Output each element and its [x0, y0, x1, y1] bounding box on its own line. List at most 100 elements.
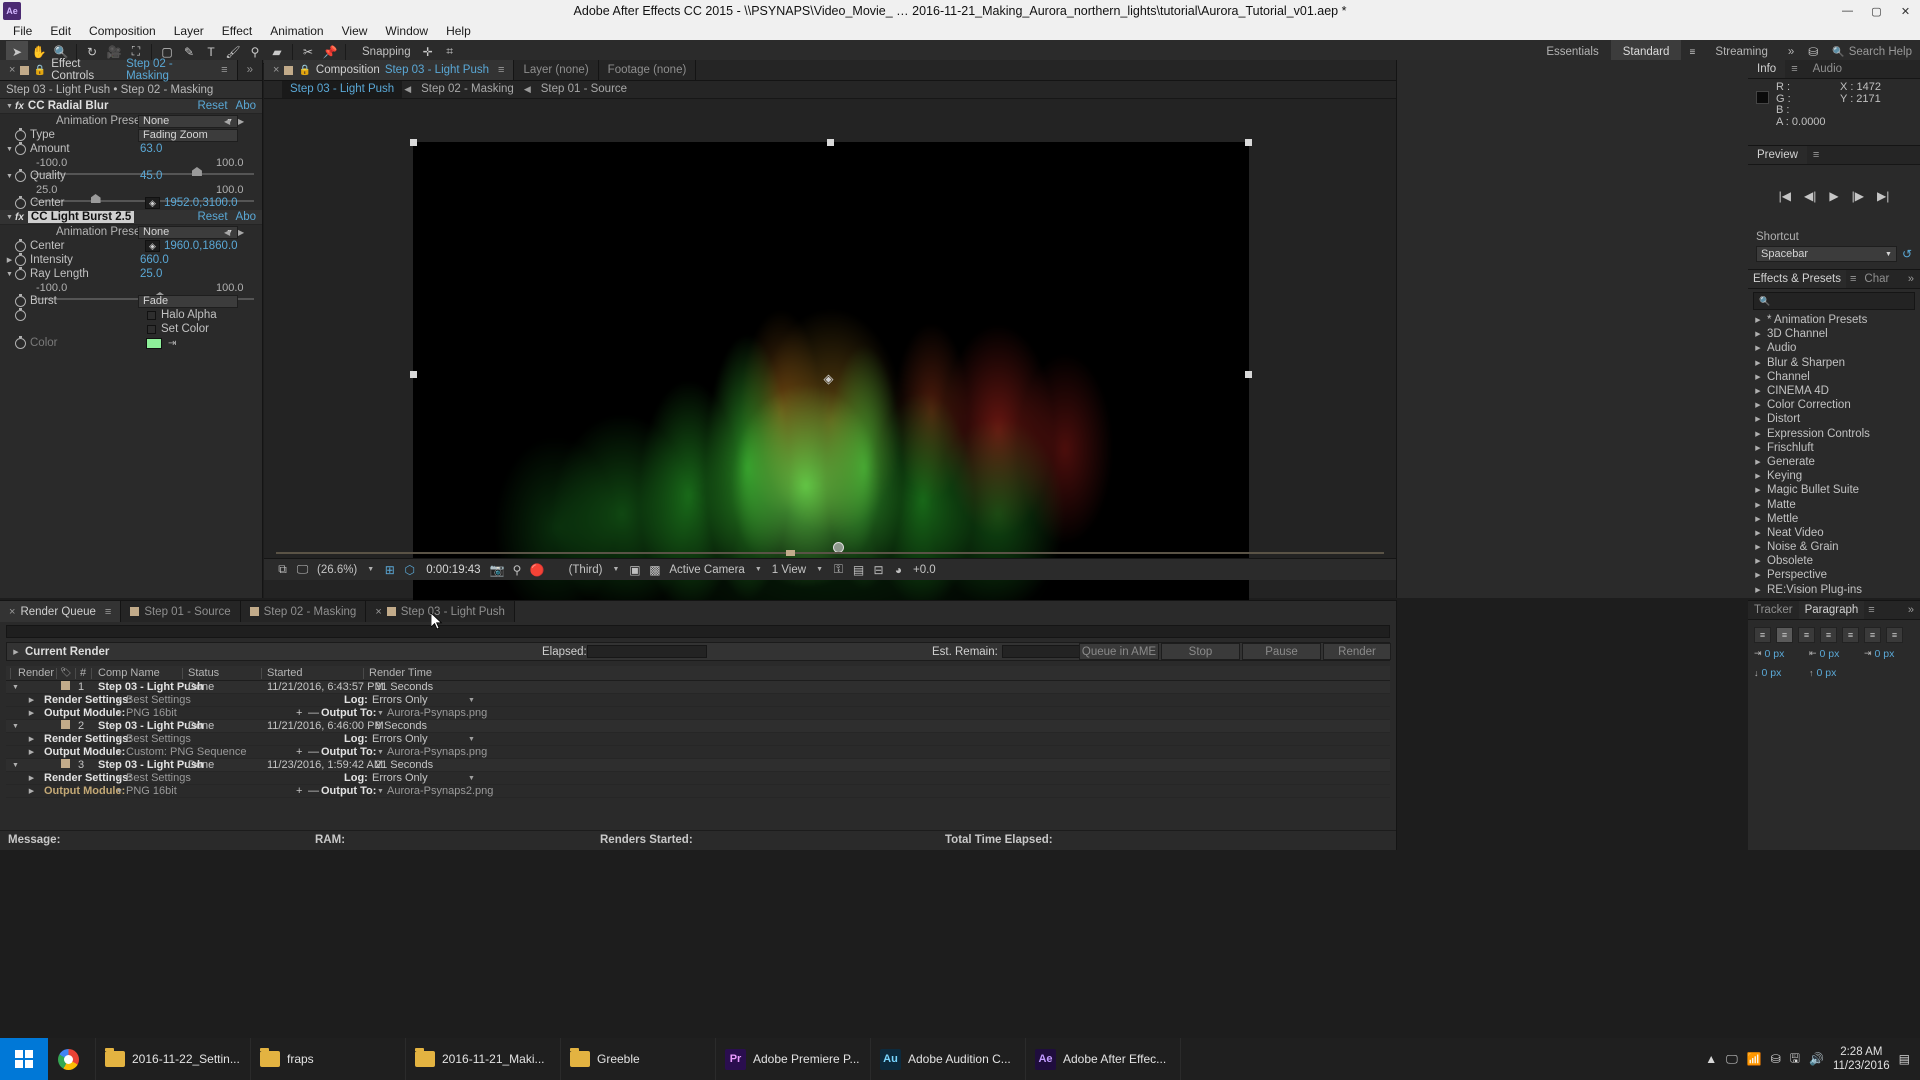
play-button[interactable]: ▶ — [1829, 189, 1838, 203]
expand-triangle-icon[interactable]: ▶ — [26, 772, 37, 785]
effects-category-item[interactable]: ▶ Mettle — [1748, 512, 1920, 526]
taskbar-clock[interactable]: 2:28 AM 11/23/2016 — [1833, 1045, 1890, 1073]
chevron-down-icon[interactable]: ▼ — [116, 746, 123, 759]
indent-field-1[interactable]: ⇤ 0 px — [1809, 648, 1859, 660]
chevron-down-icon[interactable]: ▼ — [116, 733, 123, 746]
eyedropper-icon[interactable]: ⇥ — [168, 338, 176, 349]
effects-category-item[interactable]: ▶ * Animation Presets — [1748, 313, 1920, 327]
expand-triangle-icon[interactable]: ▶ — [1754, 373, 1762, 381]
expand-triangle-icon[interactable]: ▶ — [1754, 458, 1762, 466]
taskbar-item-after-effects[interactable]: Ae Adobe After Effec... — [1026, 1038, 1181, 1080]
output-module-row[interactable]: ▶ Output Module: ▼ PNG 16bit + — Output To: ▼ Au… — [6, 707, 1390, 720]
effects-category-item[interactable]: ▶ Distort — [1748, 412, 1920, 426]
show-snapshot-icon[interactable]: ⚲ — [509, 563, 526, 577]
expand-triangle-icon[interactable]: ▶ — [1754, 586, 1762, 594]
indent-value[interactable]: 0 px — [1762, 667, 1782, 679]
expand-triangle-icon[interactable]: ▶ — [1754, 515, 1762, 523]
close-icon[interactable]: × — [9, 64, 15, 76]
active-camera-value[interactable]: Active Camera — [666, 564, 747, 576]
search-help-box[interactable]: 🔍 Search Help — [1824, 46, 1920, 58]
expand-triangle-icon[interactable]: ▶ — [1754, 316, 1762, 324]
tray-volume-icon[interactable]: 🔊 — [1809, 1052, 1824, 1066]
preview-panel-menu-icon[interactable]: ≡ — [1807, 149, 1825, 161]
expand-triangle-icon[interactable]: ▼ — [4, 173, 15, 180]
tab-footage[interactable]: Footage (none) — [598, 60, 697, 80]
effect-controls-overflow[interactable]: » — [237, 60, 262, 80]
param-value[interactable]: 63.0 — [140, 143, 162, 155]
tray-save-icon[interactable]: 🖫 — [1790, 1049, 1800, 1070]
color-swatch[interactable] — [146, 337, 162, 349]
effect-header-1[interactable]: ▼ fx CC Light Burst 2.5 Reset Abo — [0, 210, 262, 225]
timeline-icon[interactable]: ⊟ — [870, 563, 887, 577]
expand-triangle-icon[interactable]: ▼ — [10, 681, 21, 694]
expand-triangle-icon[interactable]: ▶ — [1754, 344, 1762, 352]
stopwatch-icon[interactable] — [15, 238, 26, 252]
point-picker-icon[interactable]: ◈ — [145, 197, 160, 209]
expand-triangle-icon[interactable]: ▶ — [26, 694, 37, 707]
expand-triangle-icon[interactable]: ▼ — [4, 214, 15, 221]
checkbox-icon[interactable] — [147, 324, 156, 334]
param-value[interactable]: 45.0 — [140, 170, 162, 182]
chevron-down-icon[interactable]: ▼ — [116, 707, 123, 720]
taskbar-item-folder-settings[interactable]: 2016-11-22_Settin... — [96, 1038, 251, 1080]
effects-category-item[interactable]: ▶ Perspective — [1748, 568, 1920, 582]
taskbar-item-folder-fraps[interactable]: fraps — [251, 1038, 406, 1080]
menu-composition[interactable]: Composition — [80, 22, 165, 40]
resolution-caret-icon[interactable]: ▼ — [608, 566, 623, 573]
expand-triangle-icon[interactable]: ▼ — [10, 720, 21, 733]
expand-triangle-icon[interactable]: ▶ — [1754, 387, 1762, 395]
expand-triangle-icon[interactable]: ▶ — [26, 785, 37, 798]
selection-handle-ml[interactable] — [410, 371, 417, 378]
effects-panel-menu-icon[interactable]: ≡ — [1846, 273, 1860, 285]
lock-icon[interactable]: 🔒 — [298, 65, 310, 76]
preset-prev-button[interactable]: ◀ — [224, 117, 230, 126]
effects-category-item[interactable]: ▶ Matte — [1748, 497, 1920, 511]
effect-about-link[interactable]: Abo — [236, 211, 256, 223]
stopwatch-icon[interactable] — [15, 307, 26, 321]
expand-triangle-icon[interactable]: ▶ — [1754, 444, 1762, 452]
menu-animation[interactable]: Animation — [261, 22, 332, 40]
menu-help[interactable]: Help — [437, 22, 480, 40]
column-status[interactable]: Status — [188, 667, 219, 679]
queue-in-ame-button[interactable]: Queue in AME — [1079, 643, 1159, 660]
add-output-module-button[interactable]: + — [296, 785, 302, 798]
stopwatch-icon[interactable] — [15, 266, 26, 280]
selection-handle-tl[interactable] — [410, 139, 417, 146]
effects-category-item[interactable]: ▶ Blur & Sharpen — [1748, 356, 1920, 370]
tab-layer[interactable]: Layer (none) — [514, 60, 599, 80]
column-render-time[interactable]: Render Time — [369, 667, 432, 679]
expand-triangle-icon[interactable]: ▶ — [1754, 571, 1762, 579]
close-button[interactable]: ✕ — [1891, 0, 1920, 22]
pixel-aspect-icon[interactable]: ▤ — [850, 563, 867, 577]
output-module-value[interactable]: Custom: PNG Sequence — [126, 746, 246, 759]
exposure-value[interactable]: +0.0 — [910, 564, 939, 576]
selection-handle-tr[interactable] — [1245, 139, 1252, 146]
effects-presets-overflow[interactable]: » — [1908, 273, 1920, 285]
tab-step-02-masking[interactable]: Step 02 - Masking — [240, 601, 367, 622]
mask-shape-icon[interactable]: ⬡ — [401, 563, 418, 577]
expand-triangle-icon[interactable]: ▼ — [10, 759, 21, 772]
selection-handle-tc[interactable] — [827, 139, 834, 146]
effect-name[interactable]: CC Radial Blur — [28, 100, 109, 112]
close-icon[interactable]: × — [273, 64, 279, 76]
snapshot-icon[interactable]: 📷 — [489, 563, 506, 577]
animation-presets-select[interactable]: None ▼ — [138, 114, 238, 128]
log-value[interactable]: Errors Only — [372, 694, 428, 707]
tab-step-03-light-push[interactable]: × Step 03 - Light Push — [366, 601, 515, 622]
expand-triangle-icon[interactable]: ▶ — [4, 256, 15, 264]
grid-guides-icon[interactable]: ⊞ — [381, 563, 398, 577]
expand-triangle-icon[interactable]: ▼ — [4, 271, 15, 278]
effect-about-link[interactable]: Abo — [236, 100, 256, 112]
monitor-icon[interactable]: 🖵 — [294, 562, 311, 577]
close-icon[interactable]: × — [9, 606, 15, 618]
chevron-down-icon[interactable]: ▼ — [377, 746, 384, 759]
expand-triangle-icon[interactable]: ▶ — [7, 648, 25, 656]
menu-layer[interactable]: Layer — [165, 22, 213, 40]
stop-button[interactable]: Stop — [1161, 643, 1240, 660]
current-timecode[interactable]: 0:00:19:43 — [421, 564, 485, 576]
chevron-down-icon[interactable]: ▼ — [468, 733, 475, 746]
stopwatch-icon[interactable] — [15, 141, 26, 155]
output-module-row[interactable]: ▶ Output Module: ▼ PNG 16bit + — Output To: ▼ Au… — [6, 785, 1390, 798]
add-output-module-button[interactable]: + — [296, 707, 302, 720]
output-to-value[interactable]: Aurora-Psynaps.png — [387, 746, 487, 759]
